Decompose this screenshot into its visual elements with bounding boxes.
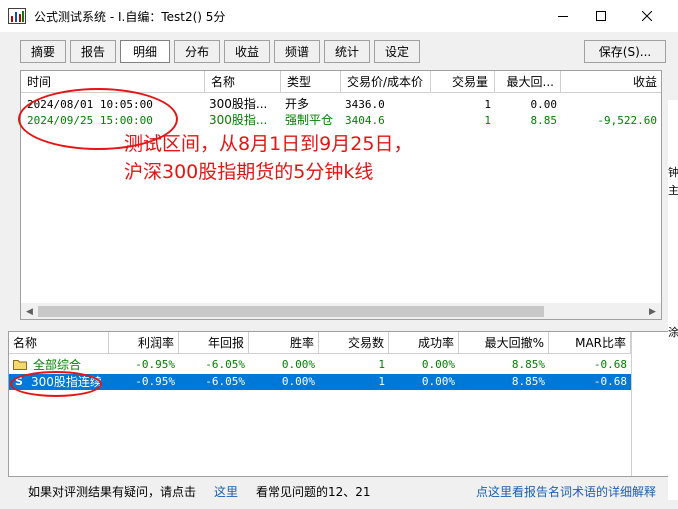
column-header-quantity[interactable]: 交易量 xyxy=(431,71,495,93)
summary-list[interactable]: 名称 利润率 年回报 胜率 交易数 成功率 最大回撤% MAR比率 全部综合 -… xyxy=(8,331,670,477)
background-text: 钟 xyxy=(668,166,678,179)
tab-spectrum[interactable]: 频谱 xyxy=(274,40,320,63)
scrollbar-thumb[interactable] xyxy=(38,306,544,317)
close-icon xyxy=(642,11,652,21)
column-header-max-drawdown[interactable]: 最大回... xyxy=(495,71,561,93)
column-header-type[interactable]: 类型 xyxy=(281,71,341,93)
trade-cell-quantity: 1 xyxy=(484,114,491,127)
close-button[interactable] xyxy=(624,0,670,32)
trade-cell-name: 300股指... xyxy=(209,97,268,111)
save-button[interactable]: 保存(S)... xyxy=(584,40,666,63)
formula-test-window: 公式测试系统 - I.自编：Test2() 5分 摘要 报告 明细 分布 收益 … xyxy=(0,0,678,509)
column-header-win-rate[interactable]: 胜率 xyxy=(249,332,319,354)
red-circle-mark-dates xyxy=(18,88,178,150)
trade-cell-profit xyxy=(561,96,661,113)
column-header-success-rate[interactable]: 成功率 xyxy=(389,332,459,354)
title-bar[interactable]: 公式测试系统 - I.自编：Test2() 5分 xyxy=(0,0,678,32)
column-header-name[interactable]: 名称 xyxy=(9,332,109,354)
summary-cell-win-rate: 0.00% xyxy=(281,358,315,371)
horizontal-scrollbar[interactable]: ◀ ▶ xyxy=(21,303,661,319)
summary-cell-success-rate: 0.00% xyxy=(421,358,455,371)
glossary-link[interactable]: 点这里看报告名词术语的详细解释 xyxy=(476,483,656,500)
summary-cell-profit-rate: -0.95% xyxy=(135,358,175,371)
trade-cell-name: 300股指... xyxy=(209,113,268,127)
trade-cell-price: 3436.0 xyxy=(345,98,385,111)
summary-cell-trade-count: 1 xyxy=(378,358,385,371)
column-divider xyxy=(631,332,632,476)
summary-cell-max-drawdown: 8.85% xyxy=(511,375,545,388)
column-header-price[interactable]: 交易价/成本价 xyxy=(341,71,431,93)
column-header-max-drawdown-pct[interactable]: 最大回撤% xyxy=(459,332,549,354)
maximize-button[interactable] xyxy=(578,0,624,32)
trade-cell-quantity: 1 xyxy=(484,98,491,111)
tab-distribution[interactable]: 分布 xyxy=(174,40,220,63)
faq-link[interactable]: 这里 xyxy=(214,483,238,500)
summary-cell-annual-return: -6.05% xyxy=(205,375,245,388)
status-hint-text: 如果对评测结果有疑问，请点击 xyxy=(28,485,197,499)
background-text: 涂 xyxy=(668,326,678,339)
scroll-left-icon[interactable]: ◀ xyxy=(21,303,38,319)
window-title: 公式测试系统 - I.自编：Test2() 5分 xyxy=(34,10,226,24)
summary-cell-max-drawdown: 8.85% xyxy=(511,358,545,371)
annotation-line-2: 沪深300股指期货的5分钟k线 xyxy=(124,161,374,183)
tab-bar: 摘要 报告 明细 分布 收益 频谱 统计 设定 保存(S)... xyxy=(0,40,678,64)
column-header-profit-rate[interactable]: 利润率 xyxy=(109,332,179,354)
trade-cell-max-drawdown: 8.85 xyxy=(530,114,558,127)
tab-returns[interactable]: 收益 xyxy=(224,40,270,63)
tab-details[interactable]: 明细 xyxy=(120,40,170,63)
tab-summary[interactable]: 摘要 xyxy=(20,40,66,63)
summary-cell-success-rate: 0.00% xyxy=(421,375,455,388)
tab-settings[interactable]: 设定 xyxy=(374,40,420,63)
red-annotation-text: 测试区间，从8月1日到9月25日， 沪深300股指期货的5分钟k线 xyxy=(124,130,412,186)
trade-cell-profit: -9,522.60 xyxy=(597,114,657,127)
background-text: 主) xyxy=(668,184,678,197)
column-header-mar-ratio[interactable]: MAR比率 xyxy=(549,332,631,354)
column-header-annual-return[interactable]: 年回报 xyxy=(179,332,249,354)
summary-cell-annual-return: -6.05% xyxy=(205,358,245,371)
status-faq-text: 看常见问题的12、21 xyxy=(256,485,371,499)
summary-cell-mar: -0.68 xyxy=(593,375,627,388)
trade-cell-type: 开多 xyxy=(285,97,310,111)
background-window-edge xyxy=(668,100,678,500)
column-header-trade-count[interactable]: 交易数 xyxy=(319,332,389,354)
minimize-icon xyxy=(558,16,568,17)
summary-cell-trade-count: 1 xyxy=(378,375,385,388)
trade-cell-type: 强制平仓 xyxy=(285,113,334,127)
summary-cell-mar: -0.68 xyxy=(593,358,627,371)
column-header-name[interactable]: 名称 xyxy=(205,71,281,93)
column-header-profit[interactable]: 收益 xyxy=(561,71,661,93)
status-bar: 如果对评测结果有疑问，请点击 这里 看常见问题的12、21 点这里看报告名词术语… xyxy=(0,480,678,502)
folder-icon xyxy=(13,360,27,370)
tab-statistics[interactable]: 统计 xyxy=(324,40,370,63)
trade-cell-max-drawdown: 0.00 xyxy=(530,98,558,111)
summary-cell-profit-rate: -0.95% xyxy=(135,375,175,388)
tab-report[interactable]: 报告 xyxy=(70,40,116,63)
scroll-right-icon[interactable]: ▶ xyxy=(644,303,661,319)
red-circle-mark-instrument xyxy=(10,371,102,397)
chart-app-icon xyxy=(8,8,26,24)
maximize-icon xyxy=(596,11,606,21)
summary-cell-win-rate: 0.00% xyxy=(281,375,315,388)
trade-cell-price: 3404.6 xyxy=(345,114,385,127)
